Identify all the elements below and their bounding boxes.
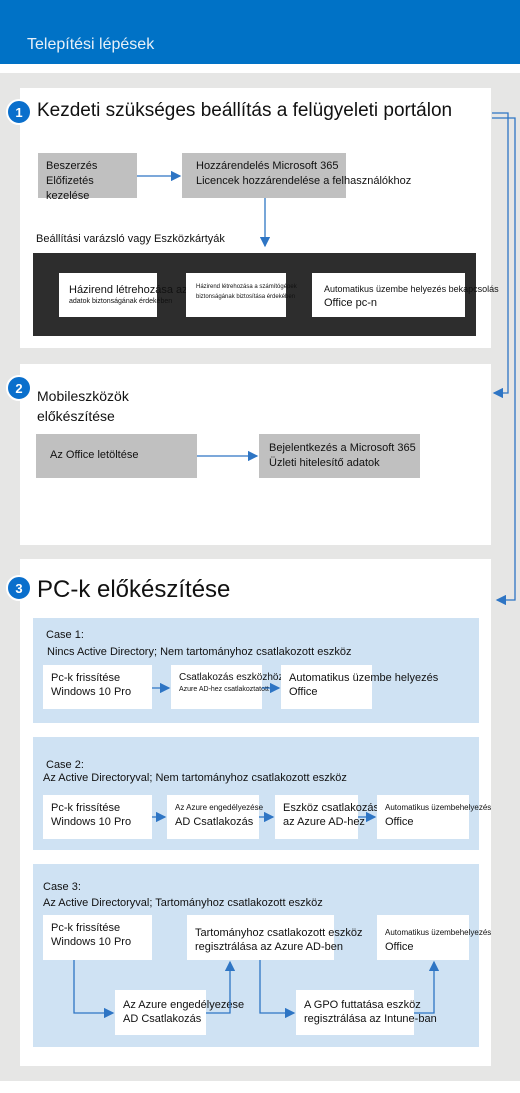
box-line: Pc-k frissítése [51,802,121,814]
box-line: Eszköz csatlakozása [283,802,386,814]
box-line: Office [385,941,414,953]
box-line: Pc-k frissítése [51,672,121,684]
box-line: AD Csatlakozás [175,816,254,828]
case3-autodeploy: Automatikus üzembehelyezés Office [377,915,492,960]
step2-badge: 2 [6,375,32,401]
signin-box: Bejelentkezés a Microsoft 365 Üzleti hite… [259,434,420,478]
case3-title: Case 3: [43,881,81,893]
box-line: Előfizetés kezelése [46,175,94,202]
box-line: Windows 10 Pro [51,686,132,698]
box-line: regisztrálása az Intune-ban [304,1013,437,1025]
case2-subtitle: Az Active Directoryval; Nem tartományhoz… [43,772,347,784]
step1-badge: 1 [6,99,32,125]
box-line: Windows 10 Pro [51,816,132,828]
card-line: Házirend létrehozása az [69,284,188,296]
card-line: Automatikus üzembe helyezés bekapcsolás [324,284,499,294]
card-line: Házirend létrehozása a számítógépek [196,284,297,290]
box-line: Csatlakozás eszközhöz [179,672,284,683]
case1-title: Case 1: [46,629,84,641]
box-line: Automatikus üzembehelyezés [385,803,492,812]
card-line: adatok biztonságának érdekében [69,298,173,305]
case3-register-azure: Tartományhoz csatlakozott eszköz regisztr… [187,915,363,960]
card-autodeploy[interactable]: Automatikus üzembe helyezés bekapcsolás O… [312,273,499,317]
box-line: Automatikus üzembe helyezés [289,672,439,684]
case3-subtitle: Az Active Directoryval; Tartományhoz csa… [43,897,323,909]
step1-assign-box: Hozzárendelés Microsoft 365 Licencek hozz… [182,153,412,198]
case3-update-pcs: Pc-k frissítése Windows 10 Pro [43,915,152,960]
case2-join-device: Eszköz csatlakozása az Azure AD-hez [275,795,386,839]
step2-title: Mobileszközök előkészítése [37,386,129,426]
title-line: Mobileszközök [37,388,129,404]
box-line: Office [385,816,414,828]
box-line: Üzleti hitelesítő adatok [269,457,380,469]
title-line: előkészítése [37,408,115,424]
case1-subtitle: Nincs Active Directory; Nem tartományhoz… [47,646,352,658]
step3-badge: 3 [6,575,32,601]
box-line: Licencek hozzárendelése a felhasználókho… [196,175,412,187]
case2-autodeploy: Automatikus üzembehelyezés Office [377,795,492,839]
box-line: Office [289,686,318,698]
box-line: Azure AD-hez csatlakoztatott [179,686,269,693]
box-line: regisztrálása az Azure AD-ben [195,941,343,953]
box-line: Beszerzés [46,160,98,172]
box-line: az Azure AD-hez [283,816,365,828]
card-line: biztonságának biztosítása érdekében [196,294,296,300]
card-line: Office pc-n [324,297,377,309]
card-pc-policy[interactable]: Házirend létrehozása a számítógépek bizto… [186,273,297,317]
case1-autodeploy: Automatikus üzembe helyezés Office [281,665,439,709]
card-data-policy[interactable]: Házirend létrehozása az adatok biztonságá… [59,273,188,317]
case3-gpo-intune: A GPO futtatása eszköz regisztrálása az I… [296,990,437,1035]
header-bar: Telepítési lépések [0,0,520,64]
step3-title: PC-k előkészítése [37,576,231,603]
case1-update-pcs: Pc-k frissítése Windows 10 Pro [43,665,152,709]
box-line: Az Azure engedélyezése [175,803,264,812]
step1-title: Kezdeti szükséges beállítás a felügyelet… [37,100,453,121]
wizard-label: Beállítási varázsló vagy Eszközkártyák [36,233,225,245]
box-line: Az Azure engedélyezése [123,999,245,1011]
case3-enable-azure: Az Azure engedélyezése AD Csatlakozás [115,990,245,1035]
case2-enable-azure: Az Azure engedélyezése AD Csatlakozás [167,795,264,839]
box-line: Hozzárendelés Microsoft 365 [196,160,339,172]
case1-join-device: Csatlakozás eszközhöz Azure AD-hez csatla… [171,665,284,709]
step1-purchase-box: Beszerzés Előfizetés kezelése [38,153,137,202]
header-title: Telepítési lépések [27,36,155,53]
box-line: Windows 10 Pro [51,936,132,948]
case2-update-pcs: Pc-k frissítése Windows 10 Pro [43,795,152,839]
box-line: Bejelentkezés a Microsoft 365 [269,442,416,454]
box-line: A GPO futtatása eszköz [304,999,421,1011]
box-line: Automatikus üzembehelyezés [385,928,492,937]
box-line: AD Csatlakozás [123,1013,202,1025]
box-line: Pc-k frissítése [51,922,121,934]
download-office-box: Az Office letöltése [36,434,197,478]
box-line: Tartományhoz csatlakozott eszköz [195,927,363,939]
